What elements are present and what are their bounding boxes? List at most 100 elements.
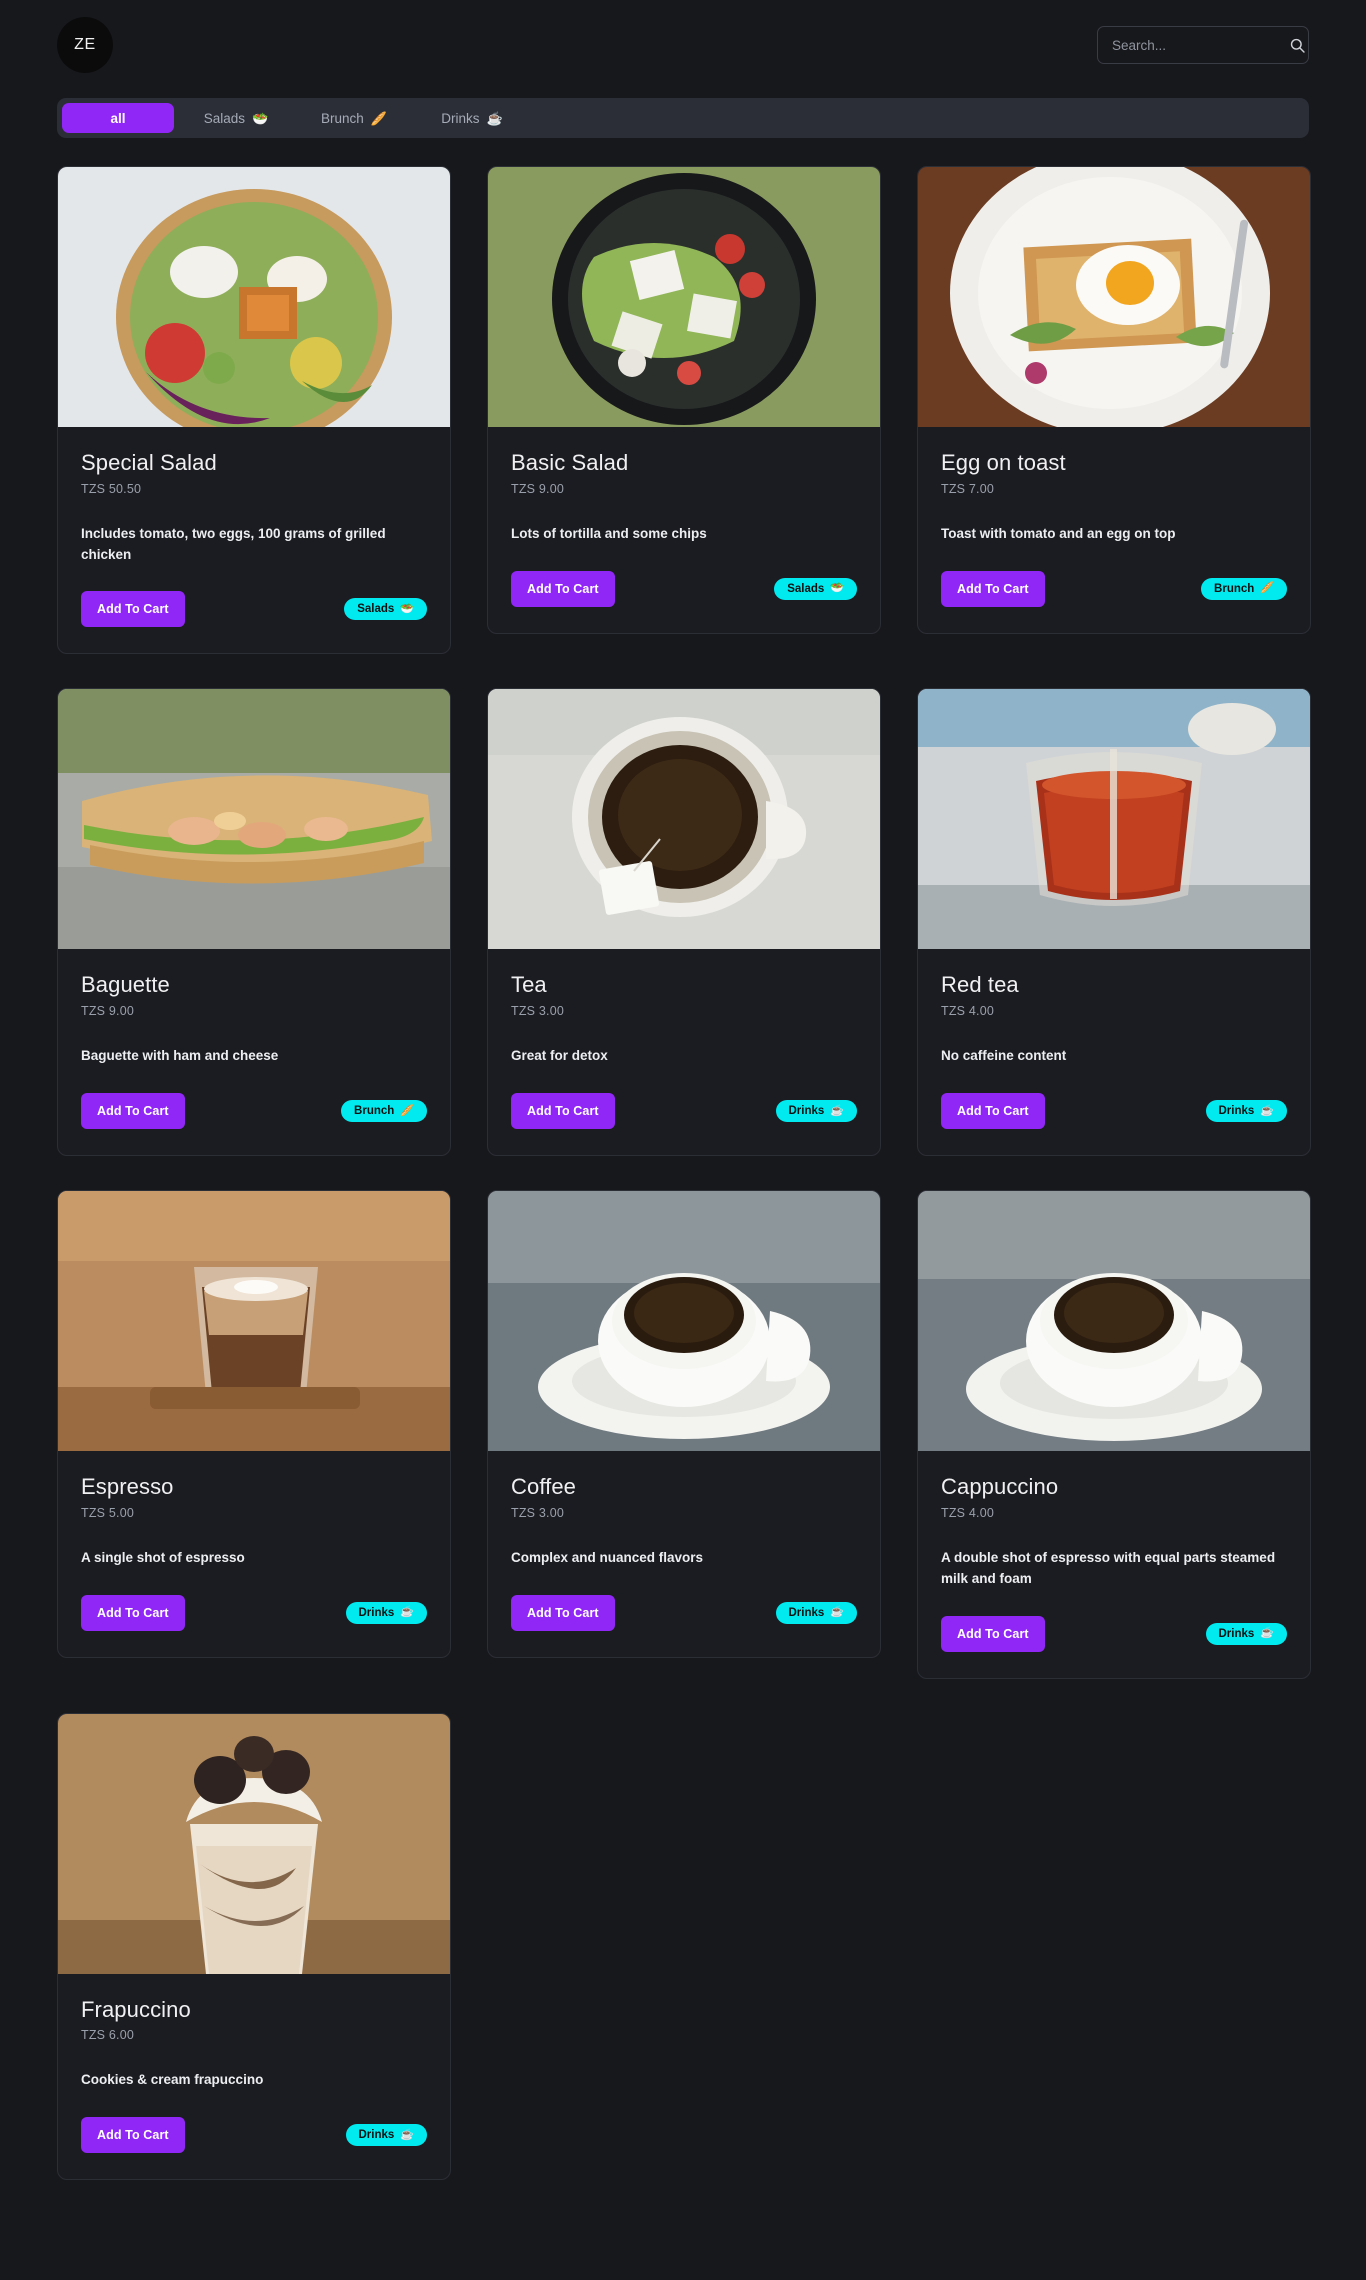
category-badge[interactable]: Brunch 🥖 xyxy=(1201,577,1287,600)
menu-item-card[interactable]: Tea TZS 3.00 Great for detox Add To Cart Dri… xyxy=(487,688,881,1157)
menu-item-title: Espresso xyxy=(81,1474,174,1500)
menu-item-title: Special Salad xyxy=(81,450,217,475)
menu-item-actions: Add To Cart Salads 🥗 xyxy=(81,591,427,628)
menu-item-description: No caffeine content xyxy=(941,1048,1067,1064)
category-badge-label: Drinks xyxy=(1218,1627,1255,1640)
menu-item-title: Baguette xyxy=(81,972,170,998)
add-to-cart-button[interactable]: Add To Cart xyxy=(81,1093,185,1130)
add-to-cart-button[interactable]: Add To Cart xyxy=(511,1093,615,1130)
menu-item-description: Complex and nuanced flavors xyxy=(511,1549,704,1565)
add-to-cart-button[interactable]: Add To Cart xyxy=(511,570,615,607)
menu-item-card[interactable]: Cappuccino TZS 4.00 A double shot of espre… xyxy=(917,1190,1311,1679)
category-badge[interactable]: Drinks ☕ xyxy=(345,2124,427,2147)
menu-item-description: Baguette with ham and cheese xyxy=(81,1048,279,1064)
menu-item-description: Lots of tortilla and some chips xyxy=(511,525,707,541)
menu-item-price: TZS 4.00 xyxy=(941,1004,995,1019)
filter-tab-brunch[interactable]: Brunch 🥖 xyxy=(298,103,410,133)
salad-bowl-photo xyxy=(58,167,450,427)
menu-item-title: Frapuccino xyxy=(81,1996,191,2022)
category-badge[interactable]: Drinks ☕ xyxy=(1205,1100,1287,1123)
menu-item-description: Cookies & cream frapuccino xyxy=(81,2072,264,2088)
app-header: ZE xyxy=(0,0,1366,88)
category-badge-emoji-icon: ☕ xyxy=(400,2128,414,2141)
menu-item-title: Egg on toast xyxy=(941,450,1066,475)
category-badge-label: Drinks xyxy=(788,1105,825,1118)
green-salad-plate-photo xyxy=(488,167,880,427)
menu-item-body: Espresso TZS 5.00 A single shot of espress… xyxy=(58,1451,450,1657)
category-badge[interactable]: Drinks ☕ xyxy=(775,1601,857,1624)
filter-tab-salads[interactable]: Salads 🥗 xyxy=(180,103,292,133)
menu-item-price: TZS 9.00 xyxy=(511,481,565,496)
filter-tab-label: all xyxy=(110,110,126,126)
baguette-sandwich-photo xyxy=(58,689,450,950)
category-badge[interactable]: Drinks ☕ xyxy=(1205,1622,1287,1645)
add-to-cart-button[interactable]: Add To Cart xyxy=(941,570,1045,607)
cappuccino-cup-photo xyxy=(918,1191,1310,1452)
menu-item-actions: Add To Cart Drinks ☕ xyxy=(81,2117,427,2154)
brand-logo-text: ZE xyxy=(74,36,96,53)
menu-item-body: Coffee TZS 3.00 Complex and nuanced flavor… xyxy=(488,1451,880,1657)
menu-item-price: TZS 50.50 xyxy=(81,481,142,496)
menu-item-title: Cappuccino xyxy=(941,1474,1059,1500)
app-root: ZE allSalads🥗Brunch🥖Drinks☕ Special Sala xyxy=(0,0,1366,2280)
menu-item-card[interactable]: Frapuccino TZS 6.00 Cookies & cream frapuc… xyxy=(57,1712,451,2181)
menu-item-price: TZS 5.00 xyxy=(81,1505,135,1520)
menu-item-actions: Add To Cart Brunch 🥖 xyxy=(81,1093,427,1130)
category-badge-emoji-icon: ☕ xyxy=(400,1606,414,1619)
filter-tab-label: Brunch xyxy=(321,110,364,126)
category-filter-bar: all Salads 🥗 Brunch 🥖 Drinks ☕ xyxy=(57,98,1309,138)
menu-item-actions: Add To Cart Drinks ☕ xyxy=(511,1594,857,1631)
filter-tab-drinks[interactable]: Drinks ☕ xyxy=(416,103,528,133)
menu-item-card[interactable]: Espresso TZS 5.00 A single shot of espress… xyxy=(57,1190,451,1658)
category-badge-label: Salads xyxy=(357,603,395,616)
menu-item-price: TZS 6.00 xyxy=(81,2028,135,2043)
category-badge-label: Brunch xyxy=(1214,582,1255,595)
menu-item-actions: Add To Cart Brunch 🥖 xyxy=(941,570,1287,607)
category-badge[interactable]: Brunch 🥖 xyxy=(341,1100,427,1123)
menu-item-price: TZS 7.00 xyxy=(941,481,995,496)
category-badge-emoji-icon: ☕ xyxy=(1260,1104,1274,1117)
menu-item-title: Red tea xyxy=(941,972,1019,998)
category-badge[interactable]: Drinks ☕ xyxy=(345,1601,427,1624)
menu-item-description: A single shot of espresso xyxy=(81,1549,245,1565)
menu-item-title: Coffee xyxy=(511,1474,577,1500)
filter-tab-all[interactable]: all xyxy=(62,103,174,133)
add-to-cart-button[interactable]: Add To Cart xyxy=(81,2117,185,2154)
add-to-cart-button[interactable]: Add To Cart xyxy=(81,1594,185,1631)
brand-logo[interactable]: ZE xyxy=(57,17,113,73)
category-badge-emoji-icon: 🥗 xyxy=(830,582,844,595)
category-badge-label: Salads xyxy=(787,582,825,595)
add-to-cart-button[interactable]: Add To Cart xyxy=(941,1093,1045,1130)
search-input[interactable] xyxy=(1112,37,1289,53)
menu-item-card[interactable]: Special Salad TZS 50.50 Includes tomato, t… xyxy=(57,166,451,655)
add-to-cart-button[interactable]: Add To Cart xyxy=(941,1615,1045,1652)
filter-tab-emoji-icon: 🥖 xyxy=(370,110,387,126)
category-badge[interactable]: Drinks ☕ xyxy=(775,1100,857,1123)
category-badge[interactable]: Salads 🥗 xyxy=(344,598,427,621)
menu-item-actions: Add To Cart Salads 🥗 xyxy=(511,570,857,607)
category-badge-emoji-icon: ☕ xyxy=(830,1104,844,1117)
add-to-cart-button[interactable]: Add To Cart xyxy=(81,591,185,628)
category-badge-emoji-icon: ☕ xyxy=(1260,1627,1274,1640)
category-badge-label: Drinks xyxy=(1218,1105,1255,1118)
add-to-cart-button[interactable]: Add To Cart xyxy=(511,1594,615,1631)
menu-item-body: Special Salad TZS 50.50 Includes tomato, t… xyxy=(58,427,450,653)
menu-item-description: Great for detox xyxy=(511,1048,608,1064)
menu-item-body: Baguette TZS 9.00 Baguette with ham and ch… xyxy=(58,949,450,1155)
menu-item-actions: Add To Cart Drinks ☕ xyxy=(511,1093,857,1130)
search-icon[interactable] xyxy=(1289,37,1306,54)
menu-item-body: Basic Salad TZS 9.00 Lots of tortilla and … xyxy=(488,427,880,633)
menu-item-description: Includes tomato, two eggs, 100 grams of … xyxy=(81,525,386,562)
menu-item-card[interactable]: Red tea TZS 4.00 No caffeine content Add To… xyxy=(917,688,1311,1157)
category-badge-label: Brunch xyxy=(354,1105,395,1118)
search-box[interactable] xyxy=(1097,26,1309,64)
menu-item-card[interactable]: Basic Salad TZS 9.00 Lots of tortilla and … xyxy=(487,166,881,634)
tea-cup-photo xyxy=(488,689,880,950)
category-badge[interactable]: Salads 🥗 xyxy=(774,577,857,600)
menu-item-price: TZS 3.00 xyxy=(511,1505,565,1520)
menu-item-actions: Add To Cart Drinks ☕ xyxy=(81,1594,427,1631)
menu-item-price: TZS 4.00 xyxy=(941,1505,995,1520)
menu-item-card[interactable]: Egg on toast TZS 7.00 Toast with tomato an… xyxy=(917,166,1311,634)
menu-item-card[interactable]: Coffee TZS 3.00 Complex and nuanced flavor… xyxy=(487,1190,881,1658)
menu-item-card[interactable]: Baguette TZS 9.00 Baguette with ham and ch… xyxy=(57,688,451,1157)
